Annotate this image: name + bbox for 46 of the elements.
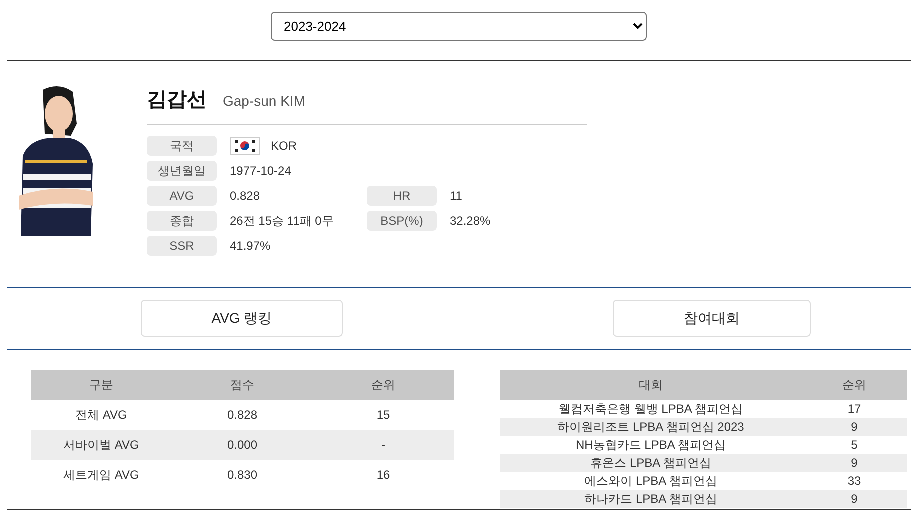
table-cell-text: 16 [376,467,392,484]
table-cell-text: 5 [850,437,859,453]
table-cell-text: 서바이벌 AVG [62,437,140,454]
table-cell-text: 9 [850,491,859,507]
field-value: 26전 15승 11패 0무 [230,213,334,230]
table-cell-text: 17 [846,401,862,417]
column-header: 순위 [370,377,396,394]
field-label: 생년월일 [147,161,217,181]
column-header: 구분 [88,377,114,394]
field-value: 32.28% [450,213,491,230]
table-cell-text: 9 [850,419,859,435]
table-cell-text: 하이원리조트 LPBA 챔피언십 2023 [556,419,746,435]
field-value: 11 [450,188,462,205]
table-cell-text: 세트게임 AVG [62,467,140,484]
field-label: BSP(%) [367,211,437,231]
field-label: 국적 [147,136,217,156]
field-label: AVG [147,186,217,206]
field-label: 종합 [147,211,217,231]
table-cell-text: 9 [850,455,859,471]
table-cell-text: 0.828 [226,407,259,424]
table-cell-text: 웰컴저축은행 웰뱅 LPBA 챔피언십 [558,401,744,417]
column-header: 대회 [638,377,664,394]
table-cell-text: 에스와이 LPBA 챔피언십 [584,473,718,489]
field-value: 41.97% [230,238,271,255]
player-name: 김갑선 [147,88,207,113]
field-value: 0.828 [230,188,260,205]
table-cell-text: 0.830 [226,467,259,484]
table-cell-text: 33 [846,473,862,489]
table-cell-text: 전체 AVG [74,407,128,424]
table-cell-text: 휴온스 LPBA 챔피언십 [590,455,712,471]
table-cell-text: 하나카드 LPBA 챔피언십 [584,491,718,507]
player-english-name: Gap-sun KIM [223,92,306,111]
field-value: 1977-10-24 [230,163,292,180]
avg-ranking-button[interactable]: AVG 랭킹 [141,300,343,337]
table-cell-text: 15 [376,407,392,424]
column-header: 순위 [842,377,868,394]
flag-icon [230,137,260,155]
table-cell-text: - [380,437,386,454]
field-label: HR [367,186,437,206]
table-cell-text: 0.000 [226,437,259,454]
column-header: 점수 [230,377,256,394]
field-value: KOR [271,138,298,155]
field-label: SSR [147,236,217,256]
tournaments-button[interactable]: 참여대회 [613,300,811,337]
table-cell-text: NH농협카드 LPBA 챔피언십 [574,437,728,453]
season-select[interactable]: 2023-2024 [271,12,647,41]
